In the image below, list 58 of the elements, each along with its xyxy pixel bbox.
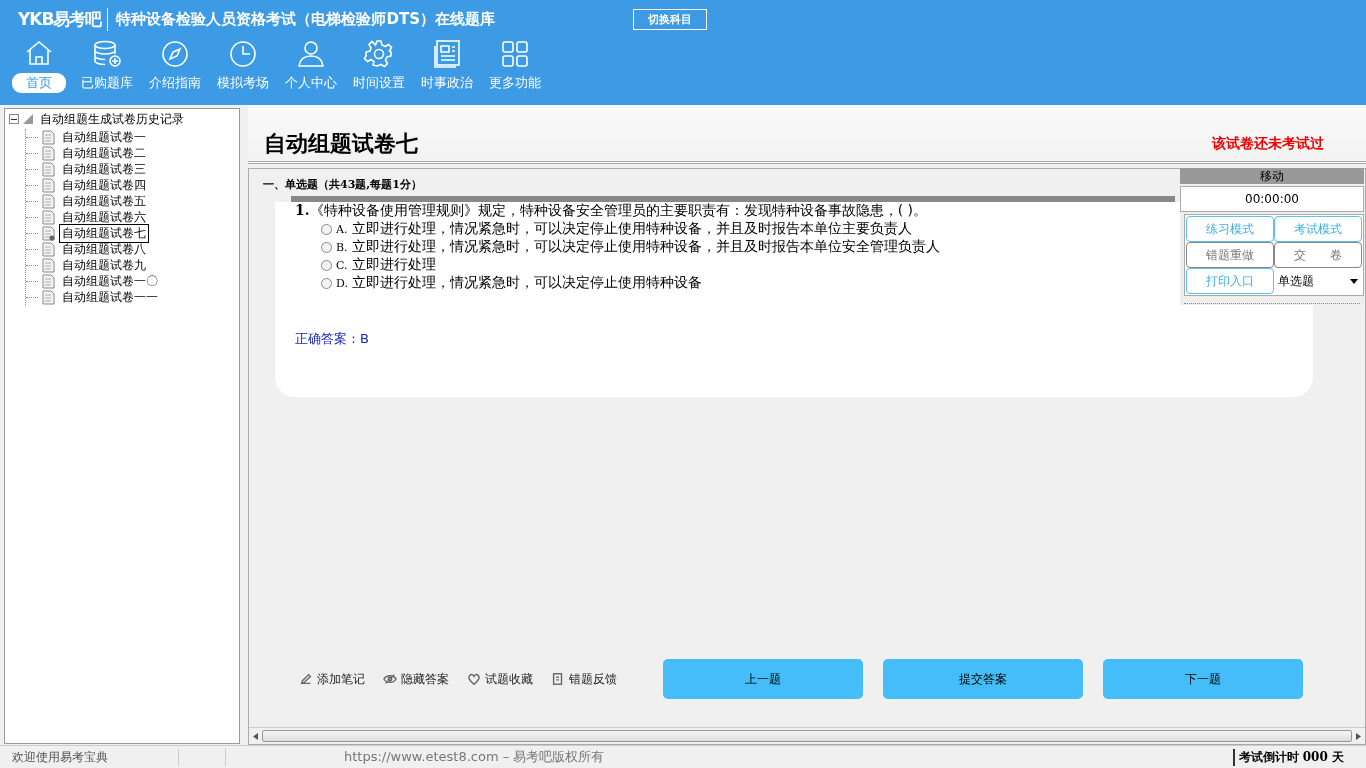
option-text: C. 立即进行处理: [336, 256, 436, 274]
radio-button[interactable]: [321, 278, 332, 289]
scroll-right-icon[interactable]: [1356, 732, 1361, 740]
copyright-text: https://www.etest8.com – 易考吧版权所有: [344, 748, 605, 766]
timer: 00:00:00: [1180, 186, 1364, 212]
pencil-icon: [299, 672, 313, 686]
app-title: 特种设备检验人员资格考试（电梯检验师DTS）在线题库: [116, 9, 495, 29]
document-icon: [42, 273, 55, 289]
document-icon: [42, 241, 55, 257]
paper-title: 自动组题试卷七: [264, 130, 418, 158]
option-text: A. 立即进行处理，情况紧急时，可以决定停止使用特种设备，并且及时报告本单位主要负责人: [336, 220, 912, 238]
tree-item[interactable]: 自动组题试卷七: [59, 223, 149, 243]
welcome-text: 欢迎使用易考宝典: [0, 748, 179, 766]
paper-status: 该试卷还未考试过: [1212, 135, 1324, 153]
correct-answer: 正确答案：B: [295, 330, 369, 348]
tool-link[interactable]: 添加笔记: [299, 670, 365, 688]
triangle-icon: [23, 114, 33, 124]
document-pin-icon: [42, 225, 55, 241]
eye-slash-icon: [383, 672, 397, 686]
question-type-select[interactable]: 单选题: [1274, 268, 1362, 294]
heart-icon: [467, 672, 481, 686]
database-icon: [91, 38, 123, 70]
collapse-toggle[interactable]: [9, 114, 19, 124]
radio-button[interactable]: [321, 260, 332, 271]
radio-button[interactable]: [321, 224, 332, 235]
exam-countdown: 考试倒计时 000 天: [1232, 748, 1366, 766]
tool-link[interactable]: 错题反馈: [551, 670, 617, 688]
document-icon: [42, 145, 55, 161]
tool-link[interactable]: 隐藏答案: [383, 670, 449, 688]
document-icon: [42, 193, 55, 209]
tree-item[interactable]: 自动组题生成试卷历史记录: [37, 109, 187, 129]
nav-button[interactable]: 上一题: [663, 659, 863, 699]
document-icon: [42, 161, 55, 177]
dropdown-caret-icon: [1350, 278, 1358, 284]
horizontal-scrollbar[interactable]: [249, 727, 1365, 744]
grid-icon: [499, 38, 531, 70]
newspaper-icon: [431, 38, 463, 70]
document-icon: [42, 289, 55, 305]
radio-button[interactable]: [321, 242, 332, 253]
option-text: D. 立即进行处理，情况紧急时，可以决定停止使用特种设备: [336, 274, 703, 292]
compass-icon: [159, 38, 191, 70]
section-heading: 一、单选题（共43题,每题1分）: [263, 177, 422, 192]
document-icon: [42, 257, 55, 273]
clock-icon: [227, 38, 259, 70]
question-text: 1.《特种设备使用管理规则》规定，特种设备安全管理员的主要职责有：发现特种设备事故隐患，( )。: [295, 202, 928, 220]
nav-button[interactable]: 提交答案: [883, 659, 1083, 699]
option-text: B. 立即进行处理，情况紧急时，可以决定停止使用特种设备，并且及时报告本单位安全管理负责人: [336, 238, 941, 256]
scroll-left-icon[interactable]: [253, 732, 258, 740]
document-icon: [42, 129, 55, 145]
logo: YKB易考吧: [18, 7, 109, 31]
document-icon: [42, 177, 55, 193]
settings-icon: [363, 38, 395, 70]
tool-link[interactable]: 试题收藏: [467, 670, 533, 688]
nav-button[interactable]: 下一题: [1103, 659, 1303, 699]
person-icon: [295, 38, 327, 70]
document-icon: [42, 209, 55, 225]
note-icon: [551, 672, 565, 686]
panel-title[interactable]: 移动: [1180, 168, 1364, 184]
